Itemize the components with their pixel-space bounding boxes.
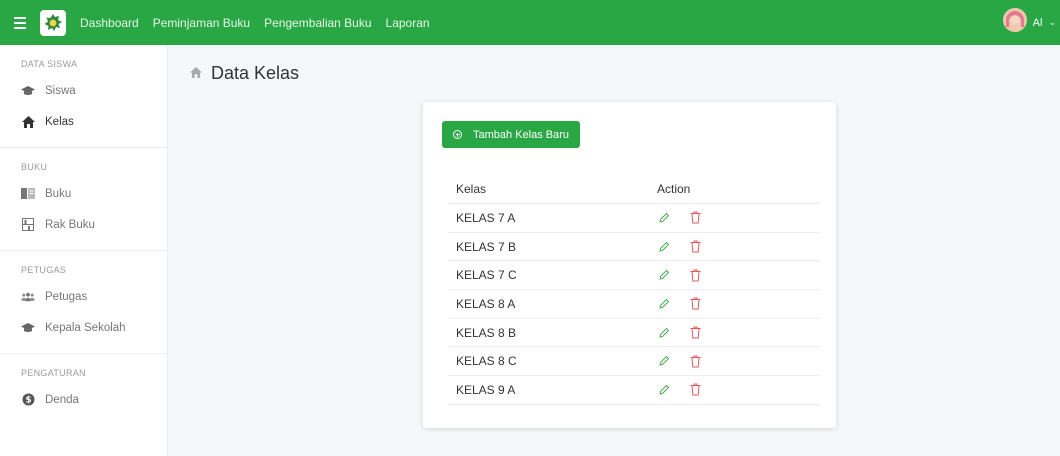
trash-icon[interactable] [688, 268, 702, 282]
action-cell [647, 211, 820, 225]
action-cell [647, 326, 820, 340]
kelas-table: Kelas Action KELAS 7 A KELAS 7 B KELAS 7 C… [448, 175, 820, 405]
kelas-cell: KELAS 7 C [456, 268, 517, 283]
trash-icon[interactable] [688, 211, 702, 225]
svg-text:$: $ [25, 396, 31, 406]
kelas-cell: KELAS 7 B [456, 239, 517, 254]
action-cell [647, 297, 820, 311]
sidebar-section-petugas: PETUGAS Petugas Kepala Sekolah [0, 251, 167, 354]
edit-icon[interactable] [657, 383, 671, 397]
kelas-cell: KELAS 8 B [456, 325, 517, 340]
sidebar-item-buku[interactable]: Buku [0, 178, 167, 209]
table-row: KELAS 7 A [448, 204, 820, 233]
top-navbar: Dashboard Peminjaman Buku Pengembalian B… [0, 0, 1060, 45]
table-row: KELAS 7 C [448, 261, 820, 291]
action-cell [647, 354, 820, 368]
user-menu[interactable]: Al ⌄ [1002, 0, 1060, 45]
table-row: KELAS 7 B [448, 233, 820, 262]
edit-icon[interactable] [657, 240, 671, 254]
sidebar-item-label: Denda [45, 393, 79, 406]
sidebar-item-label: Kelas [45, 115, 74, 128]
edit-icon[interactable] [657, 326, 671, 340]
users-icon [21, 290, 35, 304]
nav-peminjaman-buku[interactable]: Peminjaman Buku [153, 16, 250, 30]
home-icon [190, 65, 202, 83]
sidebar-item-label: Kepala Sekolah [45, 321, 126, 334]
sidebar-section-buku: BUKU Buku Rak Buku [0, 148, 167, 251]
sidebar-item-label: Petugas [45, 290, 88, 303]
book-icon [21, 187, 35, 201]
table-row: KELAS 8 C [448, 347, 820, 377]
sidebar-item-siswa[interactable]: Siswa [0, 75, 167, 106]
shelf-icon [21, 218, 35, 232]
home-icon [21, 115, 35, 129]
action-cell [647, 240, 820, 254]
column-header-kelas: Kelas [456, 182, 487, 196]
sidebar-item-petugas[interactable]: Petugas [0, 281, 167, 312]
plus-circle-icon [453, 130, 462, 139]
sidebar: DATA SISWA Siswa Kelas BUKU Buku Rak Buk… [0, 45, 168, 456]
sidebar-item-rak-buku[interactable]: Rak Buku [0, 209, 167, 240]
graduation-cap-icon [21, 84, 35, 98]
table-header: Kelas Action [448, 175, 820, 204]
table-row: KELAS 8 A [448, 290, 820, 319]
sidebar-item-denda[interactable]: $ Denda [0, 384, 167, 415]
sidebar-section-title: PENGATURAN [21, 368, 86, 378]
user-name[interactable]: Al [1033, 17, 1043, 29]
action-cell [647, 268, 820, 282]
trash-icon[interactable] [688, 326, 702, 340]
sidebar-section-title: DATA SISWA [21, 59, 78, 69]
sidebar-section-data-siswa: DATA SISWA Siswa Kelas [0, 45, 167, 148]
table-row: KELAS 9 A [448, 376, 820, 405]
nav-laporan[interactable]: Laporan [386, 16, 430, 30]
chevron-down-icon[interactable]: ⌄ [1048, 17, 1056, 28]
trash-icon[interactable] [688, 297, 702, 311]
trash-icon[interactable] [688, 383, 702, 397]
sidebar-item-label: Buku [45, 187, 72, 200]
sidebar-section-pengaturan: PENGATURAN $ Denda [0, 354, 167, 425]
column-header-action: Action [657, 182, 691, 196]
add-kelas-button-label: Tambah Kelas Baru [473, 128, 569, 141]
kelas-cell: KELAS 7 A [456, 210, 516, 225]
sidebar-item-kepala-sekolah[interactable]: Kepala Sekolah [0, 312, 167, 343]
sidebar-item-kelas[interactable]: Kelas [0, 106, 167, 137]
sidebar-section-title: PETUGAS [21, 265, 67, 275]
edit-icon[interactable] [657, 354, 671, 368]
app-logo[interactable] [40, 9, 66, 36]
kelas-cell: KELAS 8 A [456, 296, 516, 311]
kelas-cell: KELAS 8 C [456, 354, 517, 369]
dollar-circle-icon: $ [21, 393, 35, 407]
edit-icon[interactable] [657, 268, 671, 282]
add-kelas-button[interactable]: Tambah Kelas Baru [442, 121, 580, 148]
trash-icon[interactable] [688, 240, 702, 254]
nav-pengembalian-buku[interactable]: Pengembalian Buku [264, 16, 371, 30]
kelas-card: Tambah Kelas Baru Kelas Action KELAS 7 A… [423, 102, 836, 428]
page-title: Data Kelas [190, 63, 299, 84]
nav-dashboard[interactable]: Dashboard [80, 16, 139, 30]
action-cell [647, 383, 820, 397]
trash-icon[interactable] [688, 354, 702, 368]
sidebar-item-label: Siswa [45, 84, 76, 97]
edit-icon[interactable] [657, 211, 671, 225]
hamburger-menu-icon[interactable] [0, 0, 40, 45]
graduation-cap-icon [21, 321, 35, 335]
table-row: KELAS 8 B [448, 319, 820, 348]
main-nav: Dashboard Peminjaman Buku Pengembalian B… [80, 16, 430, 30]
sidebar-item-label: Rak Buku [45, 218, 95, 231]
page-title-text: Data Kelas [211, 63, 300, 83]
edit-icon[interactable] [657, 297, 671, 311]
avatar[interactable] [1002, 8, 1027, 37]
sidebar-section-title: BUKU [21, 162, 48, 172]
kelas-cell: KELAS 9 A [456, 382, 516, 397]
